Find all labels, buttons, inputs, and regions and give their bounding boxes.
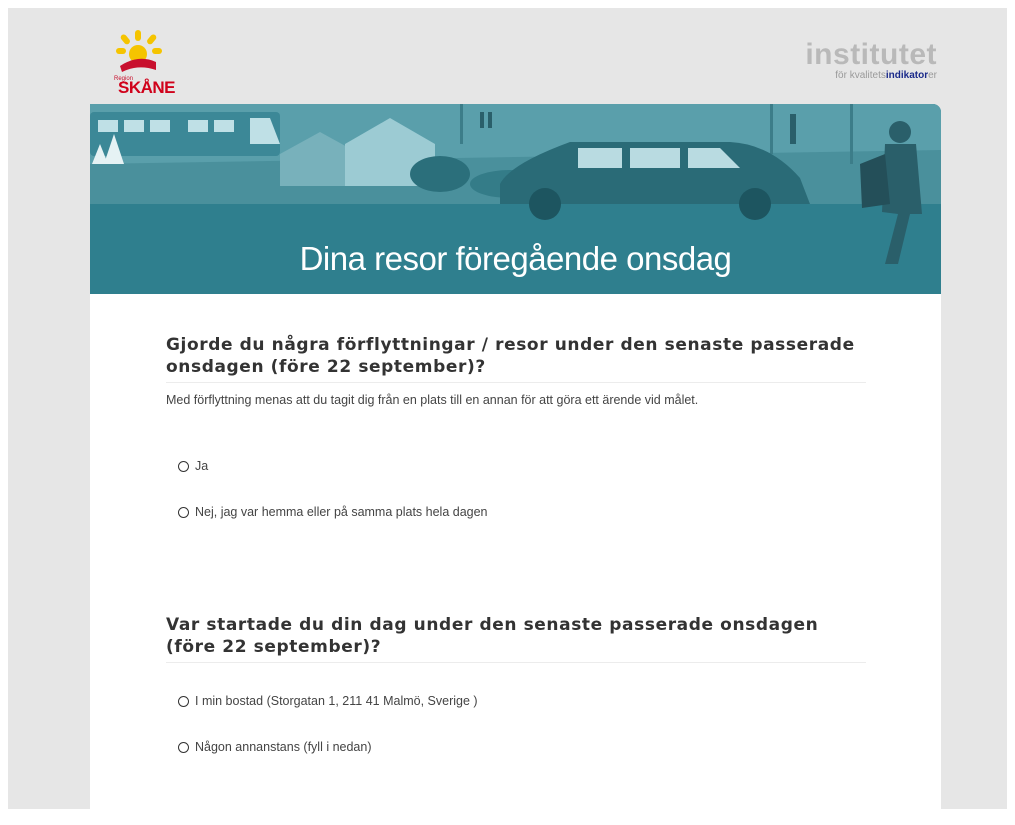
question-2: Var startade du din dag under den senast… — [166, 614, 866, 663]
question-1-title: Gjorde du några förflyttningar / resor u… — [166, 334, 866, 383]
option-ja[interactable]: Ja — [178, 459, 208, 473]
institutet-sub-prefix: för kvalitets — [835, 70, 886, 81]
institutet-sub-bold: indikator — [885, 70, 929, 81]
question-2-title: Var startade du din dag under den senast… — [166, 614, 866, 663]
question-1: Gjorde du några förflyttningar / resor u… — [166, 334, 866, 407]
page-title: Dina resor föregående onsdag — [299, 240, 732, 277]
institutet-wordmark: institutet — [805, 38, 937, 71]
option-home[interactable]: I min bostad (Storgatan 1, 211 41 Malmö,… — [178, 694, 478, 708]
institutet-subtitle: för kvalitetsindikatorer — [805, 70, 937, 82]
skane-wordmark: SKÅNE — [118, 78, 176, 97]
survey-card: Dina resor föregående onsdag Gjorde du n… — [90, 104, 941, 809]
option-elsewhere[interactable]: Någon annanstans (fyll i nedan) — [178, 740, 372, 754]
region-skane-logo: Region SKÅNE — [108, 28, 188, 108]
institutet-sub-suffix: er — [928, 70, 937, 81]
radio-icon[interactable] — [178, 506, 189, 518]
option-nej[interactable]: Nej, jag var hemma eller på samma plats … — [178, 505, 488, 519]
question-1-description: Med förflyttning menas att du tagit dig … — [166, 393, 699, 407]
page-background: Region SKÅNE institutet för kvalitetsind… — [8, 8, 1007, 809]
institutet-logo: institutet för kvalitetsindikatorer — [805, 38, 937, 82]
radio-icon[interactable] — [178, 695, 189, 707]
option-ja-label: Ja — [195, 459, 209, 473]
option-nej-label: Nej, jag var hemma eller på samma plats … — [195, 505, 488, 519]
radio-icon[interactable] — [178, 741, 189, 753]
radio-icon[interactable] — [178, 460, 189, 472]
option-home-label: I min bostad (Storgatan 1, 211 41 Malmö,… — [195, 694, 478, 708]
header-banner: Dina resor föregående onsdag — [90, 104, 941, 294]
option-elsewhere-label: Någon annanstans (fyll i nedan) — [195, 740, 372, 754]
